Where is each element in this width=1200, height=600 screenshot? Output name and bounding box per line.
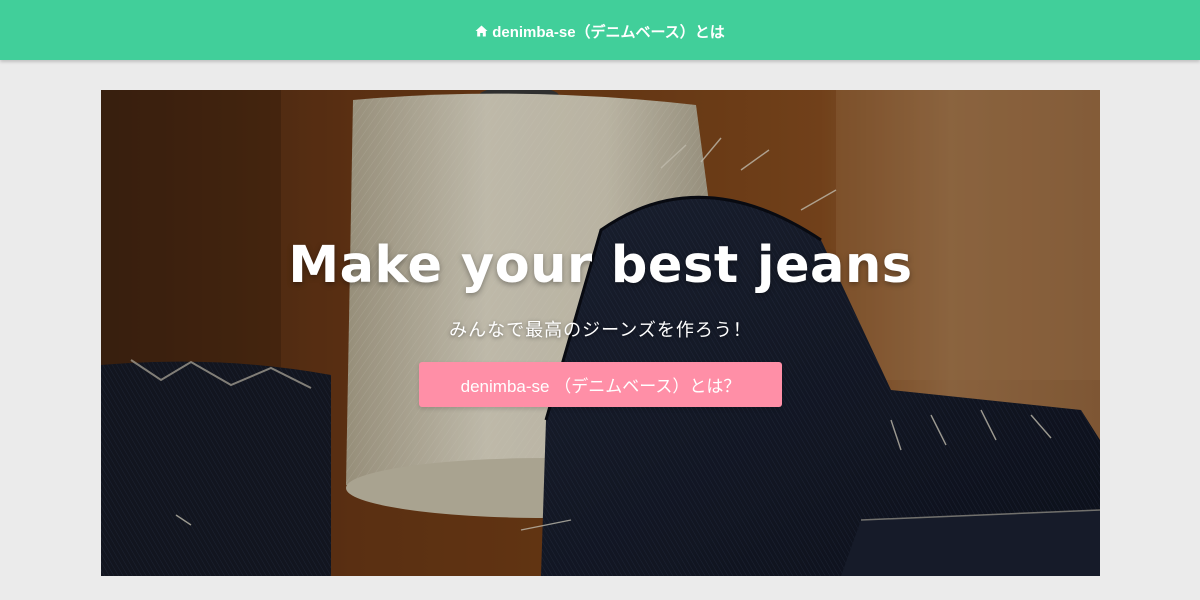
home-icon bbox=[475, 25, 488, 37]
about-denimbase-button[interactable]: denimba-se （デニムベース）とは？ bbox=[419, 362, 782, 407]
site-title-link[interactable]: denimba-se（デニムベース）とは bbox=[475, 21, 725, 42]
hero-content: Make your best jeans みんなで最高のジーンズを作ろう！ de… bbox=[101, 90, 1100, 576]
hero-banner: Make your best jeans みんなで最高のジーンズを作ろう！ de… bbox=[101, 90, 1100, 576]
hero-subheadline: みんなで最高のジーンズを作ろう！ bbox=[449, 320, 752, 341]
hero-headline: Make your best jeans bbox=[288, 236, 913, 295]
site-title: denimba-se（デニムベース）とは bbox=[492, 23, 725, 41]
top-nav-bar: denimba-se（デニムベース）とは bbox=[0, 0, 1200, 60]
